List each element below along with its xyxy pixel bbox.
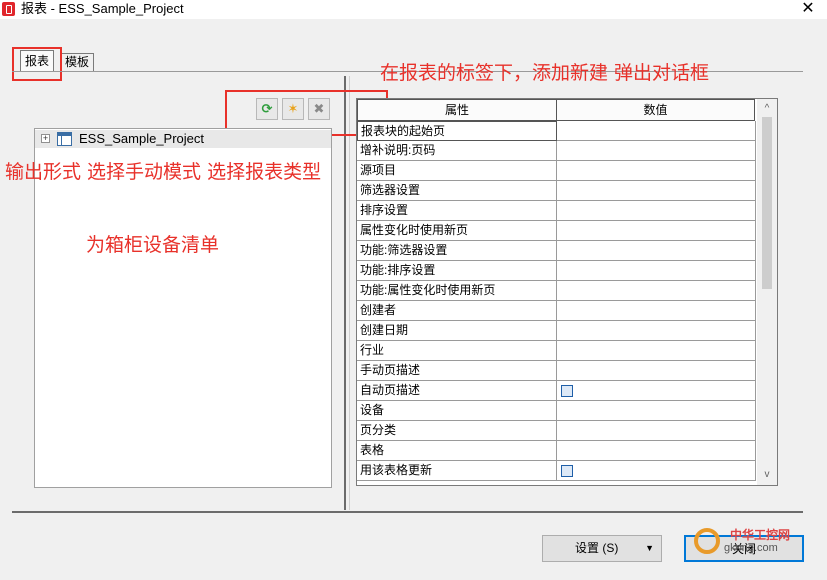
table-row[interactable]: 筛选器设置 bbox=[357, 181, 757, 201]
property-value-cell[interactable] bbox=[557, 381, 756, 401]
property-name-cell[interactable]: 创建者 bbox=[357, 301, 557, 321]
grid-body: 报表块的起始页 增补说明:页码 源项目 筛选器设置 排序设置 属性变化时使用新页 功能:筛选… bbox=[357, 121, 757, 481]
watermark-brand: 中华工控网 bbox=[730, 528, 791, 542]
property-name-cell[interactable]: 报表块的起始页 bbox=[357, 121, 557, 141]
app-icon bbox=[2, 2, 15, 16]
property-grid[interactable]: 属性 数值 报表块的起始页 增补说明:页码 源项目 筛选器设置 排序设置 属性变化时使用新… bbox=[356, 98, 778, 486]
gear-icon bbox=[694, 528, 720, 554]
settings-button-label: 设置 (S) bbox=[575, 541, 619, 555]
vertical-scrollbar[interactable]: ^ v bbox=[757, 99, 777, 485]
property-value-cell[interactable] bbox=[557, 441, 756, 461]
grid-header: 属性 数值 bbox=[357, 99, 755, 121]
property-name-cell[interactable]: 排序设置 bbox=[357, 201, 557, 221]
property-name-cell[interactable]: 自动页描述 bbox=[357, 381, 557, 401]
table-row[interactable]: 创建者 bbox=[357, 301, 757, 321]
project-icon bbox=[57, 132, 72, 146]
property-name-cell[interactable]: 行业 bbox=[357, 341, 557, 361]
table-row[interactable]: 手动页描述 bbox=[357, 361, 757, 381]
property-value-cell[interactable] bbox=[557, 461, 756, 481]
property-value-cell[interactable] bbox=[557, 361, 756, 381]
table-row[interactable]: 增补说明:页码 bbox=[357, 141, 757, 161]
property-name-cell[interactable]: 页分类 bbox=[357, 421, 557, 441]
property-value-cell[interactable] bbox=[557, 281, 756, 301]
property-name-cell[interactable]: 筛选器设置 bbox=[357, 181, 557, 201]
property-value-cell[interactable] bbox=[557, 261, 756, 281]
property-name-cell[interactable]: 用该表格更新 bbox=[357, 461, 557, 481]
property-value-cell[interactable] bbox=[557, 181, 756, 201]
chevron-down-icon[interactable]: ▼ bbox=[645, 536, 654, 561]
annotation-output-note: 输出形式 选择手动模式 选择报表类型 bbox=[5, 161, 322, 183]
table-row[interactable]: 属性变化时使用新页 bbox=[357, 221, 757, 241]
table-row[interactable]: 设备 bbox=[357, 401, 757, 421]
annotation-dialog-note: 在报表的标签下，添加新建 弹出对话框 bbox=[380, 62, 710, 84]
watermark-site: gkong.com bbox=[724, 542, 778, 554]
table-row[interactable]: 表格 bbox=[357, 441, 757, 461]
table-row[interactable]: 报表块的起始页 bbox=[357, 121, 757, 141]
property-name-cell[interactable]: 功能:筛选器设置 bbox=[357, 241, 557, 261]
property-value-cell[interactable] bbox=[557, 421, 756, 441]
column-header-value[interactable]: 数值 bbox=[556, 99, 755, 121]
property-name-cell[interactable]: 增补说明:页码 bbox=[357, 141, 557, 161]
tab-template[interactable]: 模板 bbox=[61, 53, 94, 72]
tree-item-project[interactable]: + ESS_Sample_Project bbox=[35, 130, 331, 148]
property-name-cell[interactable]: 创建日期 bbox=[357, 321, 557, 341]
table-row[interactable]: 功能:排序设置 bbox=[357, 261, 757, 281]
property-value-cell[interactable] bbox=[557, 341, 756, 361]
scroll-up-icon[interactable]: ^ bbox=[757, 101, 777, 117]
table-row[interactable]: 功能:属性变化时使用新页 bbox=[357, 281, 757, 301]
table-row[interactable]: 源项目 bbox=[357, 161, 757, 181]
scroll-down-icon[interactable]: v bbox=[757, 467, 777, 483]
property-value-cell[interactable] bbox=[557, 201, 756, 221]
property-name-cell[interactable]: 功能:排序设置 bbox=[357, 261, 557, 281]
settings-button[interactable]: 设置 (S) ▼ bbox=[542, 535, 662, 562]
property-name-cell[interactable]: 属性变化时使用新页 bbox=[357, 221, 557, 241]
column-header-property[interactable]: 属性 bbox=[357, 99, 557, 121]
property-checkbox[interactable] bbox=[561, 465, 573, 477]
property-value-cell[interactable] bbox=[557, 241, 756, 261]
title-bar: 报表 - ESS_Sample_Project ✕ bbox=[0, 0, 827, 19]
property-name-cell[interactable]: 表格 bbox=[357, 441, 557, 461]
scroll-thumb[interactable] bbox=[762, 117, 772, 289]
tree-item-label: ESS_Sample_Project bbox=[79, 131, 205, 146]
property-name-cell[interactable]: 手动页描述 bbox=[357, 361, 557, 381]
expand-icon[interactable]: + bbox=[41, 134, 50, 143]
property-value-cell[interactable] bbox=[557, 401, 756, 421]
property-value-cell[interactable] bbox=[557, 221, 756, 241]
property-name-cell[interactable]: 功能:属性变化时使用新页 bbox=[357, 281, 557, 301]
table-row[interactable]: 行业 bbox=[357, 341, 757, 361]
property-value-cell[interactable] bbox=[557, 301, 756, 321]
property-value-cell[interactable] bbox=[557, 161, 756, 181]
window-title: 报表 - ESS_Sample_Project bbox=[21, 1, 184, 16]
table-row[interactable]: 用该表格更新 bbox=[357, 461, 757, 481]
table-row[interactable]: 自动页描述 bbox=[357, 381, 757, 401]
table-row[interactable]: 页分类 bbox=[357, 421, 757, 441]
close-icon[interactable]: ✕ bbox=[801, 0, 815, 18]
property-name-cell[interactable]: 源项目 bbox=[357, 161, 557, 181]
table-row[interactable]: 排序设置 bbox=[357, 201, 757, 221]
table-row[interactable]: 功能:筛选器设置 bbox=[357, 241, 757, 261]
property-value-cell[interactable] bbox=[557, 321, 756, 341]
property-name-cell[interactable]: 设备 bbox=[357, 401, 557, 421]
annotation-cabinet-note: 为箱柜设备清单 bbox=[86, 234, 220, 256]
property-checkbox[interactable] bbox=[561, 385, 573, 397]
property-value-cell[interactable] bbox=[557, 121, 756, 141]
table-row[interactable]: 创建日期 bbox=[357, 321, 757, 341]
watermark: 中华工控网 gkong.com bbox=[690, 524, 820, 574]
panel-splitter[interactable] bbox=[344, 76, 350, 510]
property-value-cell[interactable] bbox=[557, 141, 756, 161]
